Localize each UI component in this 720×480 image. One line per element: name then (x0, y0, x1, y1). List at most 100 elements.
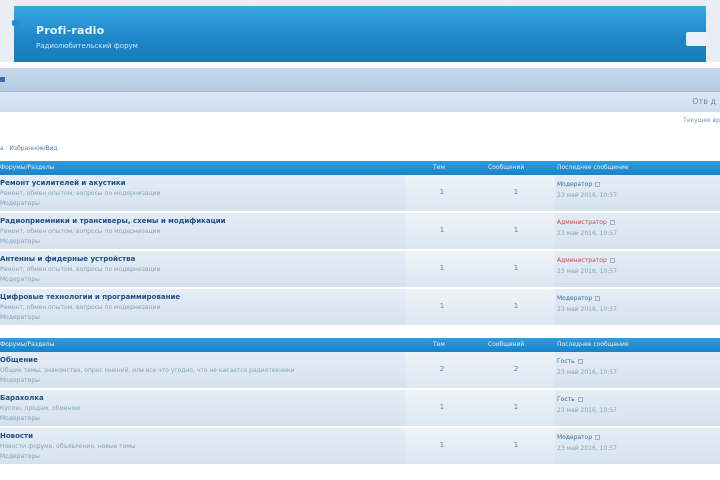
forum-moderators[interactable]: Модераторы (0, 377, 40, 384)
table-header: Форумы/Разделы Тем Сообщений Последнее с… (0, 338, 720, 352)
last-post-username[interactable]: Модератор (557, 295, 592, 302)
forum-description: Ремонт, обмен опытом, вопросы по модерни… (0, 304, 161, 311)
view-latest-post-icon[interactable] (577, 359, 583, 364)
col-last-post: Последнее сообщение (557, 164, 629, 171)
forum-cell: Антенны и фидерные устройства Ремонт, обм… (0, 251, 405, 287)
view-latest-post-icon[interactable] (595, 182, 601, 187)
forum-cell: Ремонт усилителей и акустики Ремонт, обме… (0, 175, 405, 211)
last-post-user[interactable]: Администратор (557, 219, 615, 226)
forum-row: Цифровые технологии и программирование Ре… (0, 289, 720, 327)
last-post-cell: Администратор 23 май 2016, 10:57 (555, 213, 720, 249)
col-forum: Форумы/Разделы (0, 341, 55, 348)
forum-title-link[interactable]: Общение (0, 356, 38, 364)
forum-moderators[interactable]: Модераторы (0, 276, 40, 283)
forum-title-link[interactable]: Барахолка (0, 394, 44, 402)
last-post-username[interactable]: Администратор (557, 219, 607, 226)
last-post-user[interactable]: Гость (557, 358, 583, 365)
forum-description: Ремонт, обмен опытом, вопросы по модерни… (0, 266, 161, 273)
forum-row: Общение Общие темы, знакомства, опрос мне… (0, 352, 720, 390)
forum-title-link[interactable]: Ремонт усилителей и акустики (0, 179, 126, 187)
last-post-date: 23 май 2016, 10:57 (557, 306, 617, 313)
last-post-username[interactable]: Гость (557, 358, 575, 365)
posts-count: 1 (513, 441, 519, 449)
forum-description: Ремонт, обмен опытом, вопросы по модерни… (0, 228, 161, 235)
site-title[interactable]: Profi-radio (36, 24, 104, 37)
posts-count: 2 (513, 365, 519, 373)
last-post-cell: Гость 23 май 2016, 10:57 (555, 390, 720, 426)
last-post-date: 23 май 2016, 10:57 (557, 192, 617, 199)
forum-row: Барахолка Куплю, продам, обменяю Модератор… (0, 390, 720, 428)
last-post-cell: Гость 23 май 2016, 10:57 (555, 352, 720, 388)
topics-count: 2 (439, 365, 445, 373)
forum-cell: Новости Новости форума, объявления, новые… (0, 428, 405, 464)
topics-count: 1 (439, 302, 445, 310)
col-posts: Сообщений (488, 341, 525, 348)
col-posts: Сообщений (488, 164, 525, 171)
last-post-username[interactable]: Модератор (557, 434, 592, 441)
topics-count: 1 (439, 441, 445, 449)
forum-moderators[interactable]: Модераторы (0, 415, 40, 422)
last-post-username[interactable]: Администратор (557, 257, 607, 264)
col-forum: Форумы/Разделы (0, 164, 55, 171)
forum-description: Новости форума, объявления, новые темы (0, 443, 136, 450)
view-latest-post-icon[interactable] (577, 397, 583, 402)
last-post-cell: Модератор 23 май 2016, 10:57 (555, 428, 720, 464)
forum-section-2: Форумы/Разделы Тем Сообщений Последнее с… (0, 338, 720, 466)
last-post-user[interactable]: Администратор (557, 257, 615, 264)
forum-title-link[interactable]: Антенны и фидерные устройства (0, 255, 135, 263)
forum-row: Новости Новости форума, объявления, новые… (0, 428, 720, 466)
forum-description: Ремонт, обмен опытом, вопросы по модерни… (0, 190, 161, 197)
forum-title-link[interactable]: Цифровые технологии и программирование (0, 293, 180, 301)
last-post-user[interactable]: Гость (557, 396, 583, 403)
last-post-date: 23 май 2016, 10:57 (557, 407, 617, 414)
col-topics: Тем (433, 341, 445, 348)
forum-title-link[interactable]: Радиоприемники и трансиверы, схемы и мод… (0, 217, 226, 225)
forum-cell: Цифровые технологии и программирование Ре… (0, 289, 405, 325)
last-post-date: 23 май 2016, 10:57 (557, 369, 617, 376)
topics-count: 1 (439, 403, 445, 411)
last-post-cell: Модератор 23 май 2016, 10:57 (555, 289, 720, 325)
table-header: Форумы/Разделы Тем Сообщений Последнее с… (0, 161, 720, 175)
last-post-date: 23 май 2016, 10:57 (557, 268, 617, 275)
header-corner-icon (12, 20, 20, 26)
posts-count: 1 (513, 302, 519, 310)
home-icon[interactable] (0, 77, 5, 82)
forum-moderators[interactable]: Модераторы (0, 453, 40, 460)
last-post-user[interactable]: Модератор (557, 295, 601, 302)
last-post-user[interactable]: Модератор (557, 434, 601, 441)
subbar: Отв д (0, 92, 720, 112)
forum-description: Куплю, продам, обменяю (0, 405, 81, 412)
site-description: Радиолюбительский форум (36, 42, 138, 50)
last-post-user[interactable]: Модератор (557, 181, 601, 188)
view-latest-post-icon[interactable] (609, 258, 615, 263)
breadcrumb[interactable]: а · Избранное/Вид (0, 145, 58, 152)
last-post-cell: Администратор 23 май 2016, 10:57 (555, 251, 720, 287)
forum-cell: Общение Общие темы, знакомства, опрос мне… (0, 352, 405, 388)
navbar (0, 68, 720, 92)
last-post-cell: Модератор 23 май 2016, 10:57 (555, 175, 720, 211)
forum-row: Ремонт усилителей и акустики Ремонт, обме… (0, 175, 720, 213)
forum-cell: Радиоприемники и трансиверы, схемы и мод… (0, 213, 405, 249)
posts-count: 1 (513, 226, 519, 234)
subbar-link[interactable]: Отв д (692, 97, 716, 106)
search-button[interactable] (686, 32, 706, 46)
topics-count: 1 (439, 188, 445, 196)
forum-title-link[interactable]: Новости (0, 432, 33, 440)
col-topics: Тем (433, 164, 445, 171)
col-last-post: Последнее сообщение (557, 341, 629, 348)
forum-row: Антенны и фидерные устройства Ремонт, обм… (0, 251, 720, 289)
view-latest-post-icon[interactable] (595, 435, 601, 440)
last-post-username[interactable]: Гость (557, 396, 575, 403)
forum-moderators[interactable]: Модераторы (0, 200, 40, 207)
view-latest-post-icon[interactable] (609, 220, 615, 225)
last-post-username[interactable]: Модератор (557, 181, 592, 188)
last-post-date: 23 май 2016, 10:57 (557, 230, 617, 237)
current-time: Текущее вр (683, 117, 720, 124)
forum-moderators[interactable]: Модераторы (0, 238, 40, 245)
topics-count: 1 (439, 226, 445, 234)
forum-moderators[interactable]: Модераторы (0, 314, 40, 321)
forum-cell: Барахолка Куплю, продам, обменяю Модератор… (0, 390, 405, 426)
last-post-date: 23 май 2016, 10:57 (557, 445, 617, 452)
posts-count: 1 (513, 264, 519, 272)
view-latest-post-icon[interactable] (595, 296, 601, 301)
